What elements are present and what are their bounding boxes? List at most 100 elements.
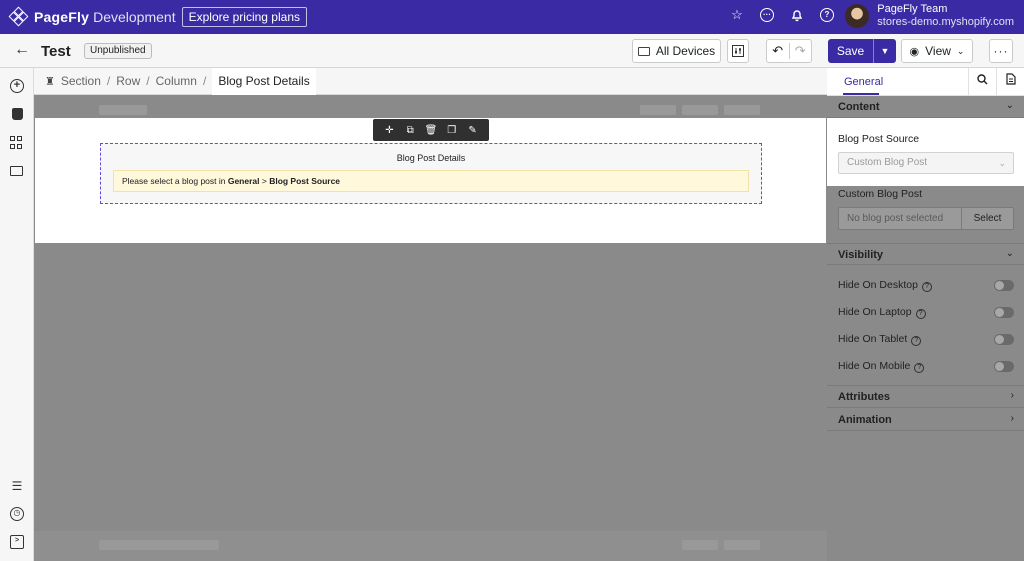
eye-icon: ◉ xyxy=(909,45,920,58)
move-icon[interactable]: ✛ xyxy=(382,125,396,136)
help-icon[interactable]: ? xyxy=(915,309,926,319)
bell-icon[interactable] xyxy=(790,8,804,22)
visibility-section-header[interactable]: Visibility ⌄ xyxy=(827,243,1024,265)
attributes-section-title: Attributes xyxy=(838,391,890,403)
editor-toolbar: ← Test Unpublished All Devices ↶ ↷ Save … xyxy=(0,34,1024,68)
save-options-chevron-icon[interactable]: ▼ xyxy=(873,39,896,63)
editor-canvas: ♜ Section / Row / Column / Blog Post Det… xyxy=(34,67,827,561)
left-rail: + ☰ ◷ > xyxy=(0,68,34,561)
blog-post-source-field: Blog Post Source Custom Blog Post ⌄ xyxy=(827,118,1024,186)
more-options-button[interactable]: ··· xyxy=(989,39,1013,63)
breadcrumb-item-section[interactable]: Section xyxy=(61,74,101,88)
layers-list-icon[interactable]: ☰ xyxy=(10,479,24,493)
all-devices-button[interactable]: All Devices xyxy=(632,39,721,63)
undo-icon[interactable]: ↶ xyxy=(767,43,789,59)
pagefly-logo-icon xyxy=(8,6,29,27)
help-icon[interactable]: ? xyxy=(911,336,922,346)
view-button[interactable]: ◉ View ⌄ xyxy=(901,39,973,63)
brand-env: Development xyxy=(93,9,176,25)
hide-on-mobile-row: Hide On Mobile? xyxy=(838,360,1014,374)
star-icon[interactable]: ☆ xyxy=(730,8,744,22)
sliders-icon xyxy=(732,45,744,57)
pagefly-logo[interactable]: PageFly Development xyxy=(8,6,176,27)
delete-icon[interactable]: 🗑 xyxy=(424,125,438,136)
help-icon[interactable]: ? xyxy=(820,8,834,22)
hierarchy-icon: ♜ xyxy=(45,75,55,88)
placeholder-bar xyxy=(99,540,219,550)
tab-active-indicator xyxy=(843,93,879,95)
save-button[interactable]: Save xyxy=(828,39,873,63)
chat-icon[interactable]: ··· xyxy=(760,8,774,22)
page-section[interactable]: ✛ ⧉ 🗑 ❐ ✎ Blog Post Details Please selec… xyxy=(35,118,826,243)
chevron-down-icon: ⌄ xyxy=(1005,100,1014,111)
view-chevron-icon: ⌄ xyxy=(956,45,965,56)
back-arrow-icon[interactable]: ← xyxy=(14,42,30,58)
animation-section-header[interactable]: Animation › xyxy=(827,409,1024,431)
chevron-right-icon: › xyxy=(1010,390,1014,401)
placeholder-bar xyxy=(682,540,718,550)
hide-on-mobile-label: Hide On Mobile xyxy=(838,360,911,372)
user-store: stores-demo.myshopify.com xyxy=(877,16,1014,28)
undo-redo-group: ↶ ↷ xyxy=(766,39,812,63)
select-blog-post-button[interactable]: Select xyxy=(961,207,1014,230)
duplicate-icon[interactable]: ⧉ xyxy=(403,125,417,136)
code-terminal-icon[interactable]: > xyxy=(10,535,24,549)
hide-on-laptop-label: Hide On Laptop xyxy=(838,306,912,318)
layout-grid-icon[interactable] xyxy=(10,136,24,150)
breadcrumb-current: Blog Post Details xyxy=(212,67,316,95)
breadcrumb: ♜ Section / Row / Column / Blog Post Det… xyxy=(34,67,827,95)
header-icons: ☆ ··· ? xyxy=(730,8,834,22)
hide-on-mobile-toggle[interactable] xyxy=(994,361,1014,372)
status-badge: Unpublished xyxy=(84,43,152,59)
chevron-down-icon: ⌄ xyxy=(998,158,1006,168)
shopify-bag-icon[interactable] xyxy=(11,108,23,120)
panel-tabs: General xyxy=(827,68,1024,96)
style-brush-icon[interactable]: ✎ xyxy=(466,125,480,136)
element-title: Blog Post Details xyxy=(396,153,466,163)
breadcrumb-item-column[interactable]: Column xyxy=(156,74,197,88)
view-label: View xyxy=(925,44,951,58)
breadcrumb-item-row[interactable]: Row xyxy=(116,74,140,88)
tab-general[interactable]: General xyxy=(844,76,883,88)
search-icon[interactable] xyxy=(968,68,996,96)
blog-post-source-label: Blog Post Source xyxy=(838,133,920,145)
copy-icon[interactable]: ❐ xyxy=(445,125,459,136)
blog-post-source-select[interactable]: Custom Blog Post ⌄ xyxy=(838,152,1014,174)
help-icon[interactable]: ? xyxy=(921,282,932,292)
page-settings-icon[interactable] xyxy=(996,68,1024,96)
attributes-section-header[interactable]: Attributes › xyxy=(827,386,1024,408)
add-element-icon[interactable]: + xyxy=(10,79,24,93)
hide-on-laptop-row: Hide On Laptop? xyxy=(838,306,1014,320)
explore-pricing-button[interactable]: Explore pricing plans xyxy=(181,7,307,27)
folder-icon[interactable] xyxy=(10,166,23,176)
history-clock-icon[interactable]: ◷ xyxy=(10,507,24,521)
save-button-group: Save ▼ xyxy=(828,39,896,63)
select-blog-post-notice: Please select a blog post in General > B… xyxy=(113,170,749,192)
monitor-icon xyxy=(637,46,650,56)
user-menu[interactable]: PageFly Team stores-demo.myshopify.com xyxy=(845,3,1014,29)
hide-on-desktop-label: Hide On Desktop xyxy=(838,279,918,291)
top-header: PageFly Development Explore pricing plan… xyxy=(0,0,1024,34)
help-icon[interactable]: ? xyxy=(914,363,925,373)
placeholder-bar xyxy=(724,540,760,550)
placeholder-bar xyxy=(724,105,760,115)
animation-section-title: Animation xyxy=(838,414,892,426)
redo-icon[interactable]: ↷ xyxy=(788,43,812,59)
user-name: PageFly Team xyxy=(877,3,948,15)
adjust-button[interactable] xyxy=(727,39,749,63)
hide-on-laptop-toggle[interactable] xyxy=(994,307,1014,318)
chevron-right-icon: › xyxy=(1010,413,1014,424)
hide-on-tablet-row: Hide On Tablet? xyxy=(838,333,1014,347)
chevron-down-icon: ⌄ xyxy=(1005,248,1014,259)
custom-blog-post-input[interactable]: No blog post selected xyxy=(838,207,961,230)
content-section-header[interactable]: Content ⌄ xyxy=(827,96,1024,118)
hide-on-desktop-toggle[interactable] xyxy=(994,280,1014,291)
element-toolbar: ✛ ⧉ 🗑 ❐ ✎ xyxy=(373,119,489,141)
hide-on-tablet-label: Hide On Tablet xyxy=(838,333,908,345)
hide-on-tablet-toggle[interactable] xyxy=(994,334,1014,345)
custom-blog-post-label: Custom Blog Post xyxy=(838,188,923,200)
blog-post-details-element[interactable]: Blog Post Details Please select a blog p… xyxy=(100,143,762,204)
all-devices-label: All Devices xyxy=(655,44,716,58)
hide-on-desktop-row: Hide On Desktop? xyxy=(838,279,1014,293)
settings-panel: General Content ⌄ Blog Post Source Custo… xyxy=(827,68,1024,561)
